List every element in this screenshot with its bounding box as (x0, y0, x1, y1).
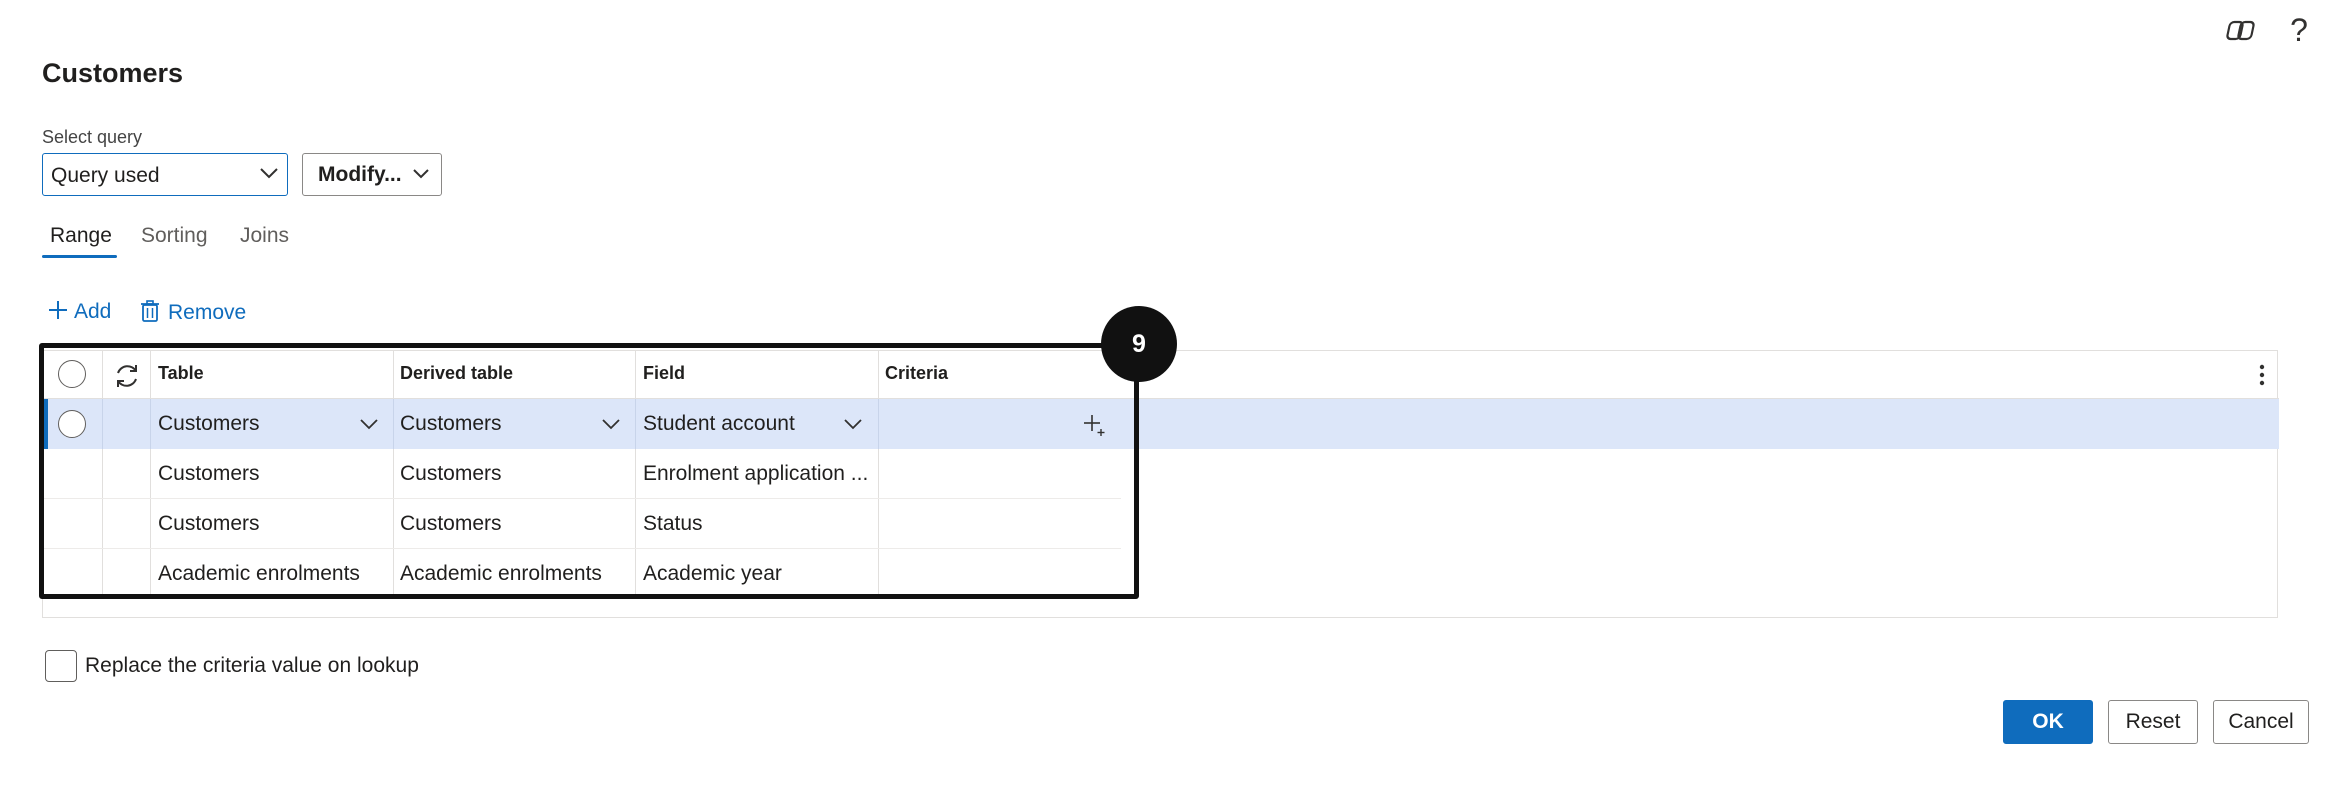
cancel-button[interactable]: Cancel (2213, 700, 2309, 744)
chevron-down-icon[interactable] (844, 418, 862, 430)
column-header-criteria[interactable]: Criteria (885, 363, 948, 384)
chevron-down-icon[interactable] (602, 418, 620, 430)
derived-table-cell[interactable]: Customers (400, 412, 502, 436)
copilot-icon[interactable] (2226, 14, 2260, 48)
field-cell[interactable]: Academic year (643, 562, 782, 586)
column-header-field[interactable]: Field (643, 363, 685, 384)
plus-icon (49, 301, 67, 319)
table-cell[interactable]: Academic enrolments (158, 562, 360, 586)
add-button[interactable]: Add (48, 300, 111, 324)
tab-sorting[interactable]: Sorting (141, 224, 208, 248)
page-title: Customers (42, 58, 184, 88)
replace-criteria-label: Replace the criteria value on lookup (85, 654, 419, 677)
more-options-icon[interactable] (2259, 361, 2265, 389)
derived-table-cell[interactable]: Academic enrolments (400, 562, 602, 586)
help-icon[interactable]: ? (2282, 10, 2316, 50)
modify-button[interactable]: Modify... (302, 153, 442, 196)
trash-icon (141, 300, 159, 322)
tab-range[interactable]: Range (50, 224, 112, 248)
field-cell[interactable]: Status (643, 512, 703, 536)
derived-table-cell[interactable]: Customers (400, 512, 502, 536)
row-select-radio[interactable] (58, 410, 86, 438)
table-row[interactable]: Customers Customers Student account (43, 399, 2279, 449)
derived-table-cell[interactable]: Customers (400, 462, 502, 486)
column-header-derived-table[interactable]: Derived table (400, 363, 513, 384)
chevron-down-icon (260, 168, 278, 179)
add-criteria-icon[interactable] (1083, 413, 1107, 437)
chevron-down-icon[interactable] (360, 418, 378, 430)
modify-button-label: Modify... (318, 163, 402, 186)
field-cell[interactable]: Student account (643, 412, 795, 436)
remove-button-label: Remove (168, 301, 247, 324)
table-cell[interactable]: Customers (158, 512, 260, 536)
query-dropdown[interactable]: Query used (42, 153, 288, 196)
tab-joins[interactable]: Joins (240, 224, 289, 248)
ok-button[interactable]: OK (2003, 700, 2093, 744)
chevron-down-icon (413, 169, 429, 179)
query-dropdown-value: Query used (51, 164, 160, 187)
select-query-label: Select query (42, 127, 143, 147)
table-cell[interactable]: Customers (158, 462, 260, 486)
table-row[interactable]: Customers Customers Enrolment applicatio… (43, 449, 2279, 499)
remove-button[interactable]: Remove (140, 300, 246, 325)
table-cell[interactable]: Customers (158, 412, 260, 436)
refresh-icon[interactable] (113, 362, 141, 390)
table-row[interactable]: Academic enrolments Academic enrolments … (43, 549, 2279, 599)
range-grid: Table Derived table Field Criteria Custo… (42, 350, 2279, 618)
row-selected-indicator (43, 399, 48, 449)
select-all-radio[interactable] (58, 360, 86, 388)
add-button-label: Add (74, 300, 112, 323)
field-cell[interactable]: Enrolment application ... (643, 462, 868, 486)
annotation-badge: 9 (1101, 306, 1177, 382)
active-tab-indicator (42, 255, 117, 258)
column-header-table[interactable]: Table (158, 363, 204, 384)
replace-criteria-checkbox[interactable] (45, 650, 77, 682)
table-row[interactable]: Customers Customers Status (43, 499, 2279, 549)
reset-button[interactable]: Reset (2108, 700, 2198, 744)
